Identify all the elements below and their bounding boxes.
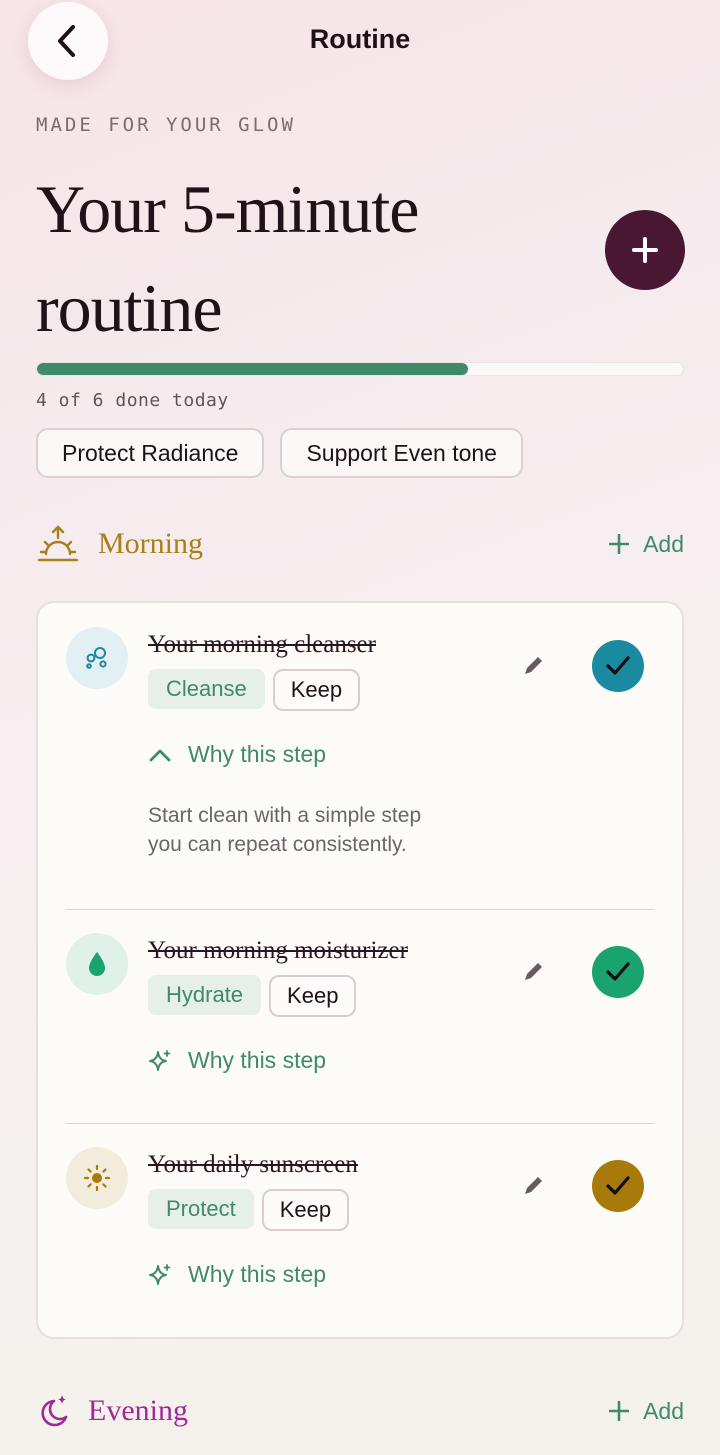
progress-bar (36, 362, 684, 376)
why-this-step-text: Start clean with a simple step you can r… (148, 804, 422, 856)
why-this-step-toggle[interactable]: Why this step (148, 741, 326, 768)
plus-icon (609, 534, 630, 554)
goal-chip-support-even-tone[interactable]: Support Even tone (280, 428, 523, 478)
step-title: Your morning cleanser (148, 631, 376, 658)
morning-section-header: Morning Add (36, 524, 684, 564)
step-category-tag: Hydrate (148, 975, 262, 1015)
pencil-icon (525, 963, 542, 980)
step-category-tag: Protect (148, 1189, 254, 1229)
bubbles-icon (86, 647, 107, 669)
check-icon (606, 1176, 630, 1195)
morning-add-label: Add (643, 530, 684, 557)
keep-button[interactable]: Keep (269, 975, 357, 1017)
step-tags: Hydrate Keep (148, 975, 357, 1017)
keep-button[interactable]: Keep (272, 669, 361, 711)
evening-add-label: Add (643, 1397, 684, 1424)
evening-title: Evening (88, 1394, 188, 1427)
why-this-step-label: Why this step (188, 1047, 327, 1073)
plus-icon (609, 1401, 630, 1421)
step-title: Your morning moisturizer (148, 937, 408, 964)
goal-chip-protect-radiance[interactable]: Protect Radiance (36, 428, 265, 478)
moon-stars-icon (41, 1395, 68, 1427)
progress-label: 4 of 6 done today (36, 390, 229, 411)
step-tags: Cleanse Keep (148, 669, 361, 711)
morning-steps-card: Your morning cleanser Cleanse Keep Why t… (36, 601, 684, 1339)
step-title: Your daily sunscreen (148, 1151, 358, 1178)
step-complete-toggle[interactable] (592, 946, 644, 998)
goal-chips: Protect Radiance Support Even tone (36, 428, 523, 478)
sunrise-icon (37, 525, 79, 562)
step-icon-protect (66, 1147, 128, 1209)
pencil-icon (525, 1177, 542, 1194)
step-category-tag: Cleanse (148, 669, 265, 709)
hero-kicker: MADE FOR YOUR GLOW (36, 114, 296, 136)
evening-section-header: Evening Add (36, 1393, 684, 1429)
morning-title: Morning (98, 527, 203, 560)
page-title-line-1: Your 5-minute (36, 171, 419, 247)
droplet-icon (89, 952, 105, 976)
step-divider (66, 909, 654, 910)
step-complete-toggle[interactable] (592, 640, 644, 692)
step-tags: Protect Keep (148, 1189, 350, 1231)
edit-step-button[interactable] (518, 651, 548, 681)
sparkle-icon (149, 1263, 171, 1285)
sparkle-icon (149, 1049, 171, 1071)
page-title: Your 5-minute routine (36, 160, 556, 357)
keep-button[interactable]: Keep (261, 1189, 350, 1231)
check-icon (606, 962, 630, 981)
pencil-icon (525, 657, 542, 674)
step-divider (66, 1123, 654, 1124)
page-title-line-2: routine (36, 269, 223, 346)
progress-fill (37, 363, 468, 375)
add-step-button[interactable] (605, 210, 685, 290)
why-this-step-label: Why this step (188, 741, 327, 767)
why-this-step-label: Why this step (188, 1261, 327, 1287)
morning-add-button[interactable]: Add (609, 531, 684, 558)
nav-title: Routine (309, 24, 411, 54)
edit-step-button[interactable] (518, 957, 548, 987)
why-this-step-toggle[interactable]: Why this step (148, 1047, 326, 1074)
step-icon-hydrate (66, 933, 128, 995)
check-icon (606, 656, 630, 675)
step-complete-toggle[interactable] (592, 1160, 644, 1212)
plus-icon (632, 237, 658, 263)
why-this-step-toggle[interactable]: Why this step (148, 1261, 326, 1288)
chevron-up-icon (149, 749, 171, 761)
evening-add-button[interactable]: Add (609, 1398, 684, 1425)
edit-step-button[interactable] (518, 1171, 548, 1201)
sun-icon (83, 1164, 111, 1192)
step-icon-cleanse (66, 627, 128, 689)
